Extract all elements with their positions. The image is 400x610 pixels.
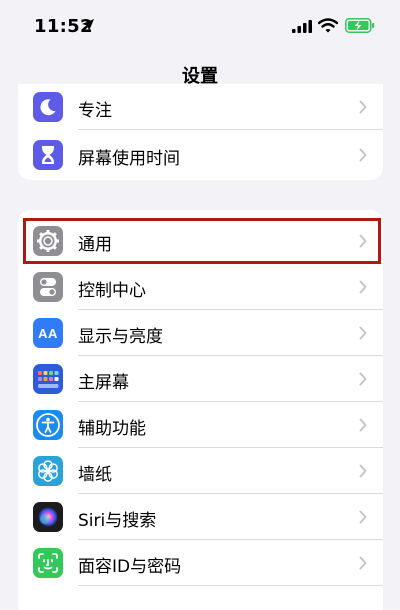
location-arrow-icon [82,19,94,31]
settings-item-label: 屏幕使用时间 [78,149,180,169]
chevron-right-icon [359,418,367,432]
text-size-glyph: AA [38,325,58,341]
settings-item-label: 面容ID与密码 [78,557,182,577]
home-screen-grid-icon [33,364,63,394]
settings-item-focus[interactable]: 专注 [18,84,383,130]
chevron-right-icon [359,148,367,162]
chevron-right-icon [359,326,367,340]
siri-icon [33,502,63,532]
chevron-right-icon [359,510,367,524]
chevron-right-icon [359,464,367,478]
settings-item-screen-time[interactable]: 屏幕使用时间 [18,132,383,178]
accessibility-icon [33,410,63,440]
wifi-icon [318,18,338,33]
settings-item-wallpaper[interactable]: 墙纸 [18,448,383,494]
settings-item-label: 控制中心 [78,281,146,301]
settings-item-control-center[interactable]: 控制中心 [18,264,383,310]
chevron-right-icon [359,100,367,114]
settings-item-siri-search[interactable]: Siri与搜索 [18,494,383,540]
settings-item-label: 墙纸 [78,465,112,485]
row-divider [78,585,383,586]
chevron-right-icon [359,556,367,570]
settings-item-label: 专注 [78,101,112,121]
flower-icon [33,456,63,486]
row-divider [78,129,383,130]
settings-item-home-screen[interactable]: 主屏幕 [18,356,383,402]
toggles-icon [33,272,63,302]
settings-item-label: 显示与亮度 [78,327,163,347]
settings-item-label: 主屏幕 [78,373,129,393]
settings-group-general: 通用 控制中心 AA 显示与亮度 主屏幕 辅助功能 墙纸 Siri与搜索 面容I… [18,210,383,610]
highlight-box [23,218,381,264]
cellular-signal-icon [292,20,312,33]
chevron-right-icon [359,280,367,294]
settings-item-display-brightness[interactable]: AA 显示与亮度 [18,310,383,356]
text-size-icon: AA [33,318,63,348]
chevron-right-icon [359,372,367,386]
moon-icon [33,92,63,122]
battery-charging-icon [345,18,375,33]
status-bar: 11:52 [0,0,400,52]
settings-item-accessibility[interactable]: 辅助功能 [18,402,383,448]
hourglass-icon [33,140,63,170]
settings-item-face-id-passcode[interactable]: 面容ID与密码 [18,540,383,586]
settings-item-label: 辅助功能 [78,419,146,439]
settings-group-focus: 专注 屏幕使用时间 [18,84,383,180]
settings-item-label: Siri与搜索 [78,511,157,531]
face-id-icon [33,548,63,578]
